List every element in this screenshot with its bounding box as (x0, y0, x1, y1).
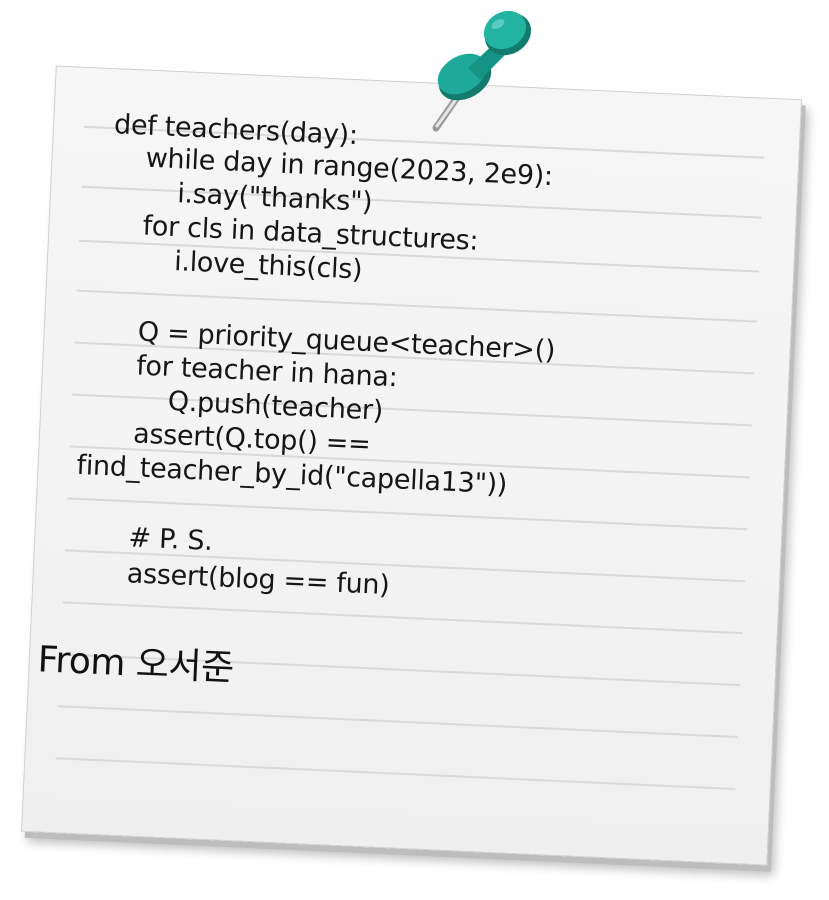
sticky-note-stage: def teachers(day): while day in range(20… (0, 0, 829, 900)
code-line: # P. S. (94, 520, 214, 558)
signature: From 오서준 (36, 639, 235, 690)
ruled-line (55, 757, 736, 791)
ruled-line (62, 601, 743, 635)
ruled-line (57, 705, 739, 739)
pushpin-icon (432, 10, 532, 132)
sticky-note: def teachers(day): while day in range(20… (20, 65, 803, 866)
